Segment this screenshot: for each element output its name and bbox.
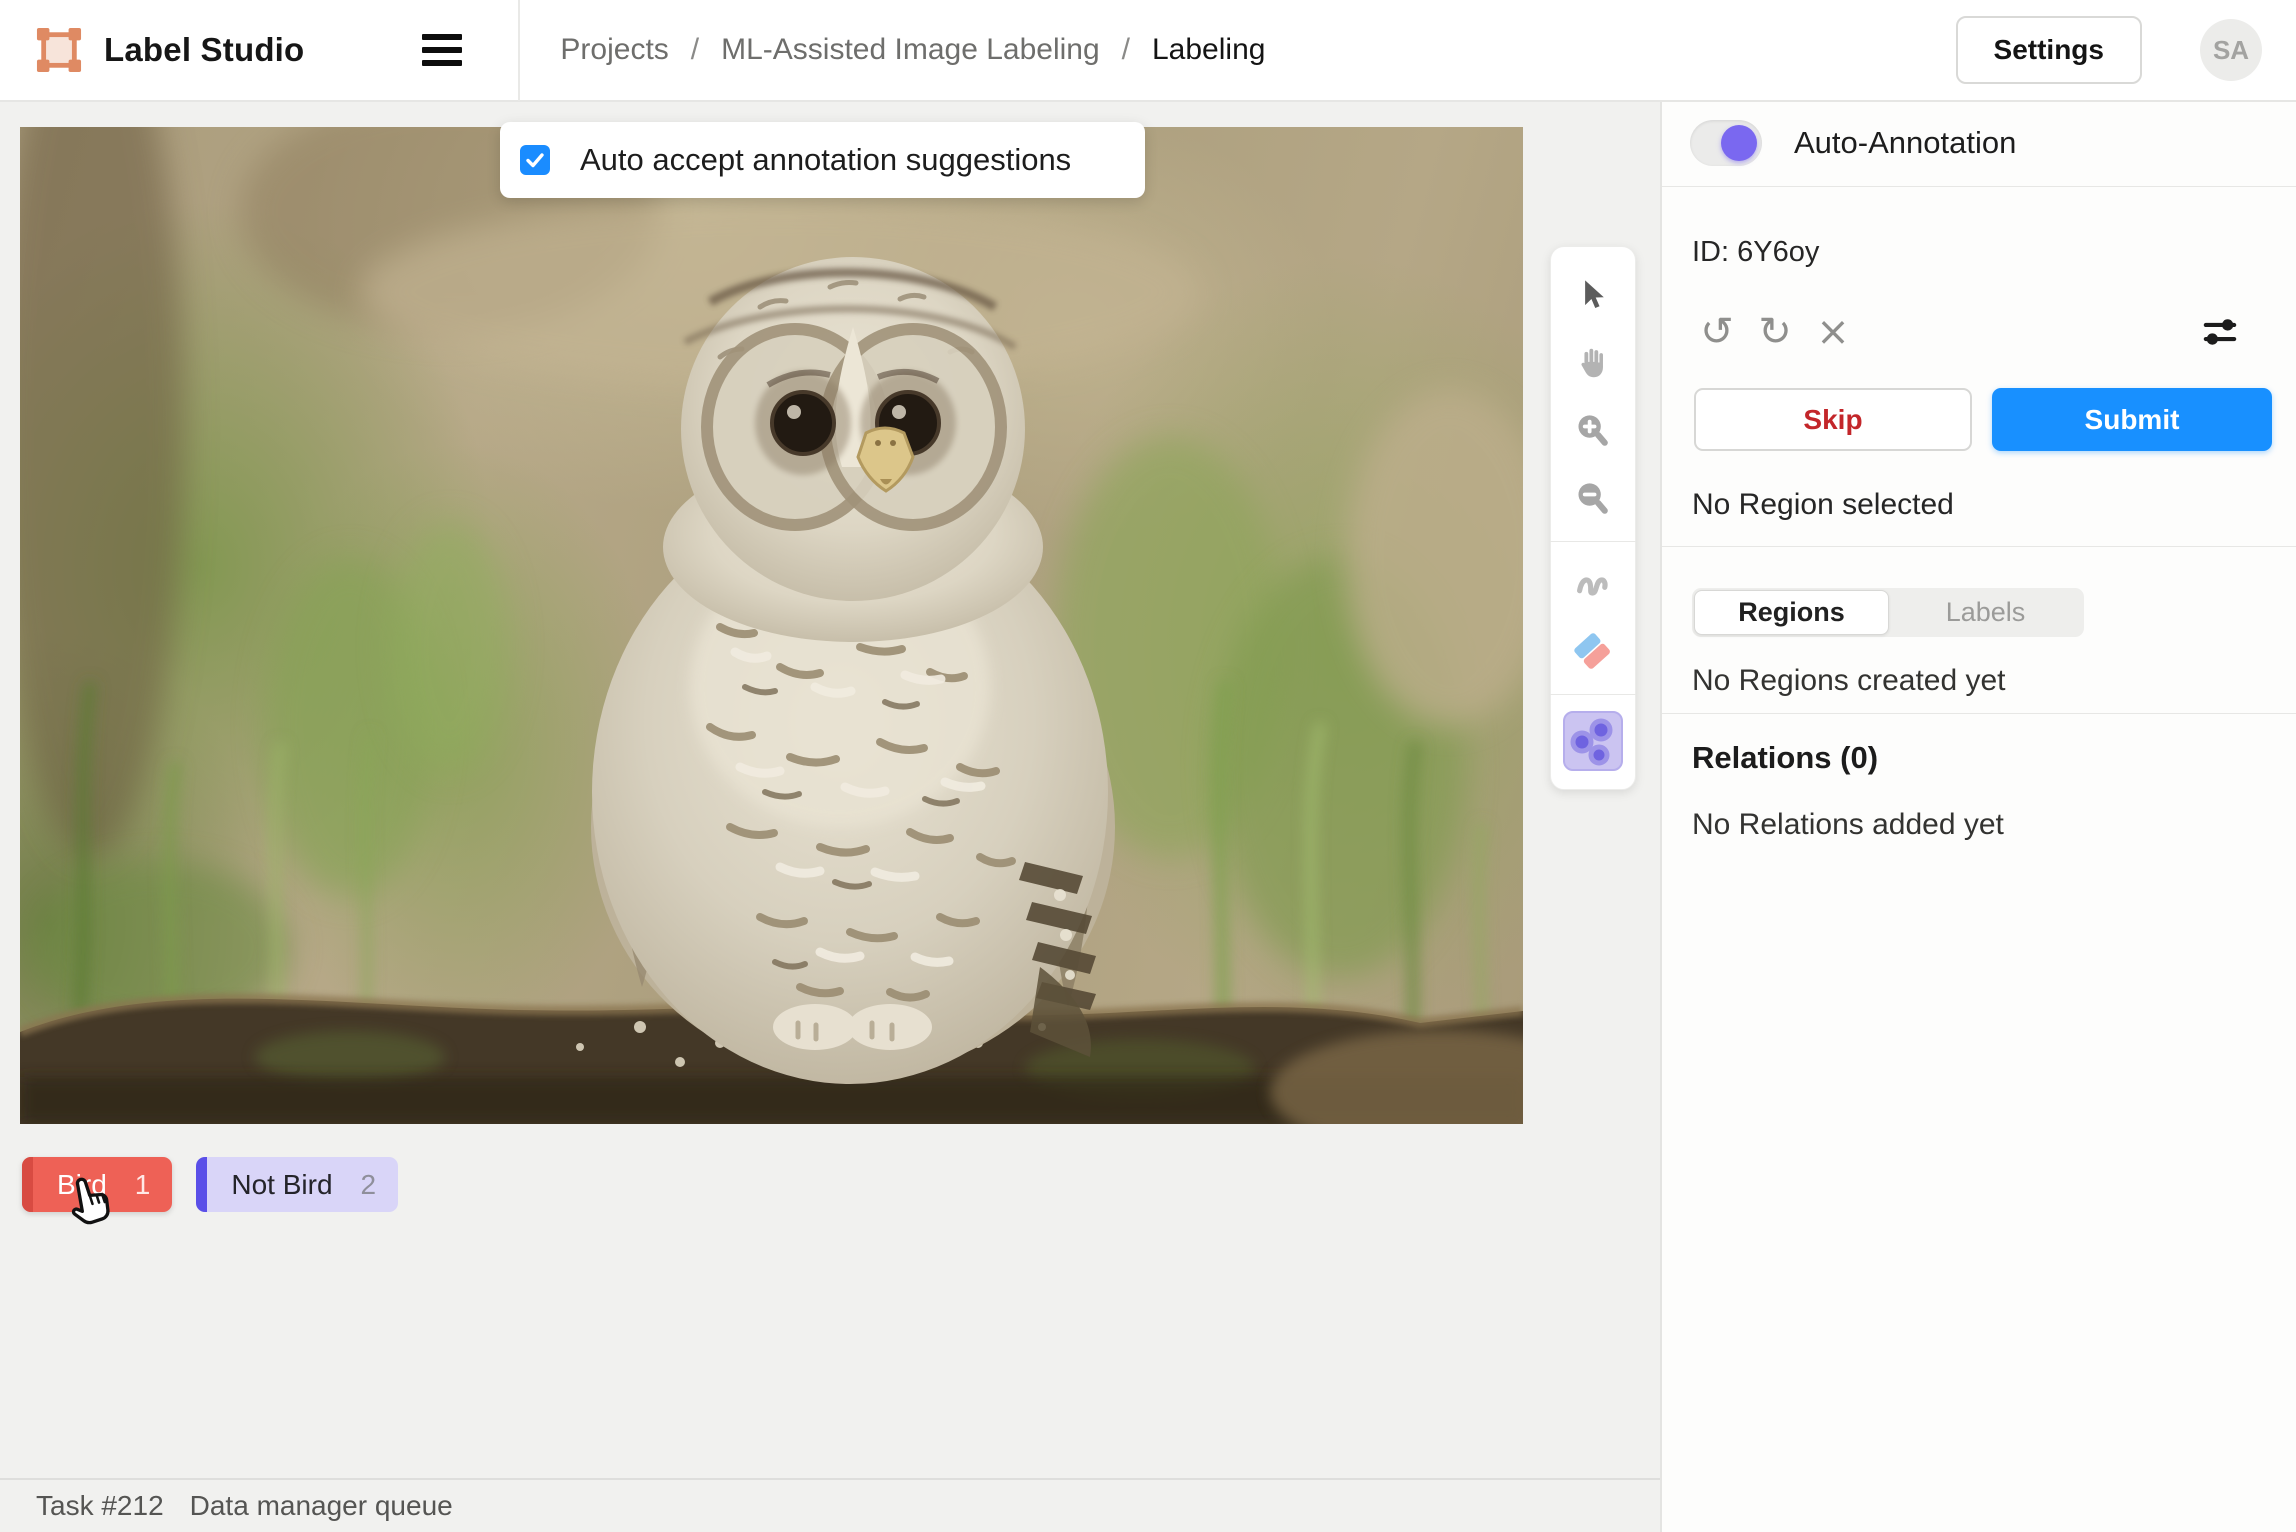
breadcrumb-current-page: Labeling	[1152, 33, 1265, 67]
redo-icon[interactable]: ↻	[1746, 308, 1804, 356]
reset-icon[interactable]: ×	[1804, 308, 1862, 356]
breadcrumb-separator: /	[691, 33, 699, 67]
magic-wand-icon	[1565, 713, 1621, 769]
history-actions-row: ↺ ↻ ×	[1688, 306, 2270, 358]
task-id-text: ID: 6Y6oy	[1692, 236, 1819, 269]
relations-title: Relations (0)	[1692, 740, 1878, 776]
breadcrumb: Projects / ML-Assisted Image Labeling / …	[560, 33, 1265, 67]
zoom-in-icon	[1574, 412, 1612, 450]
pan-tool-button[interactable]	[1565, 335, 1621, 391]
label-color-stripe	[196, 1157, 207, 1212]
sidebar-divider	[1662, 186, 2296, 187]
regions-labels-tabs: Regions Labels	[1692, 588, 2084, 637]
label-hotkey: 2	[347, 1169, 399, 1201]
annotation-sidebar: Auto-Annotation ID: 6Y6oy ↺ ↻ × Skip Sub…	[1660, 102, 2296, 1532]
label-tags-row: Bird 1 Not Bird 2	[22, 1157, 398, 1212]
settings-button[interactable]: Settings	[1956, 16, 2142, 84]
label-studio-app: Label Studio Projects / ML-Assisted Imag…	[0, 0, 2296, 1532]
sidebar-divider	[1662, 546, 2296, 547]
eraser-tool-button[interactable]	[1565, 624, 1621, 680]
sidebar-divider	[1662, 713, 2296, 714]
task-number: Task #212	[36, 1490, 164, 1522]
brush-icon	[1574, 565, 1612, 603]
pointer-icon	[1575, 277, 1611, 313]
magic-wand-tool-button[interactable]	[1563, 711, 1623, 771]
queue-name: Data manager queue	[190, 1490, 453, 1522]
app-logo[interactable]: Label Studio	[36, 27, 304, 73]
auto-accept-checkbox[interactable]	[520, 145, 550, 175]
auto-accept-label: Auto accept annotation suggestions	[580, 142, 1071, 178]
sliders-icon	[2200, 312, 2240, 352]
tab-regions[interactable]: Regions	[1694, 590, 1889, 635]
label-tag-bird[interactable]: Bird 1	[22, 1157, 172, 1212]
image-canvas[interactable]	[20, 127, 1523, 1124]
task-footer: Task #212 Data manager queue	[0, 1478, 1662, 1532]
breadcrumb-separator: /	[1122, 33, 1130, 67]
label-studio-logo-icon	[36, 27, 82, 73]
undo-icon[interactable]: ↺	[1688, 308, 1746, 356]
brush-tool-button[interactable]	[1565, 556, 1621, 612]
hamburger-menu-icon[interactable]	[422, 34, 462, 66]
label-text: Not Bird	[207, 1169, 346, 1201]
zoom-out-tool-button[interactable]	[1565, 471, 1621, 527]
breadcrumb-projects[interactable]: Projects	[560, 33, 668, 67]
label-hotkey: 1	[121, 1169, 173, 1201]
header: Label Studio Projects / ML-Assisted Imag…	[0, 0, 2296, 102]
toggle-knob	[1721, 125, 1757, 161]
auto-accept-panel: Auto accept annotation suggestions	[500, 122, 1145, 198]
zoom-in-tool-button[interactable]	[1565, 403, 1621, 459]
tab-labels[interactable]: Labels	[1889, 590, 2082, 635]
pointer-tool-button[interactable]	[1565, 267, 1621, 323]
label-text: Bird	[33, 1169, 121, 1201]
no-region-text: No Region selected	[1692, 488, 1954, 522]
breadcrumb-project-name[interactable]: ML-Assisted Image Labeling	[721, 33, 1100, 67]
auto-annotation-label: Auto-Annotation	[1794, 125, 2016, 161]
owl-photo-illustration	[20, 127, 1523, 1124]
no-relations-text: No Relations added yet	[1692, 808, 2004, 842]
app-name: Label Studio	[104, 31, 304, 69]
toolbar-divider	[1550, 694, 1636, 695]
toolbar-divider	[1550, 541, 1636, 542]
user-avatar[interactable]: SA	[2200, 19, 2262, 81]
zoom-out-icon	[1574, 480, 1612, 518]
eraser-icon	[1572, 631, 1614, 673]
auto-annotation-toggle[interactable]	[1690, 120, 1762, 166]
skip-button[interactable]: Skip	[1694, 388, 1972, 451]
hand-icon	[1574, 344, 1612, 382]
annotation-toolbar	[1550, 246, 1636, 790]
submit-button[interactable]: Submit	[1992, 388, 2272, 451]
header-separator	[518, 0, 520, 101]
view-settings-button[interactable]	[2200, 312, 2240, 352]
label-color-stripe	[22, 1157, 33, 1212]
checkmark-icon	[523, 148, 547, 172]
label-tag-not-bird[interactable]: Not Bird 2	[196, 1157, 398, 1212]
no-regions-text: No Regions created yet	[1692, 664, 2006, 698]
